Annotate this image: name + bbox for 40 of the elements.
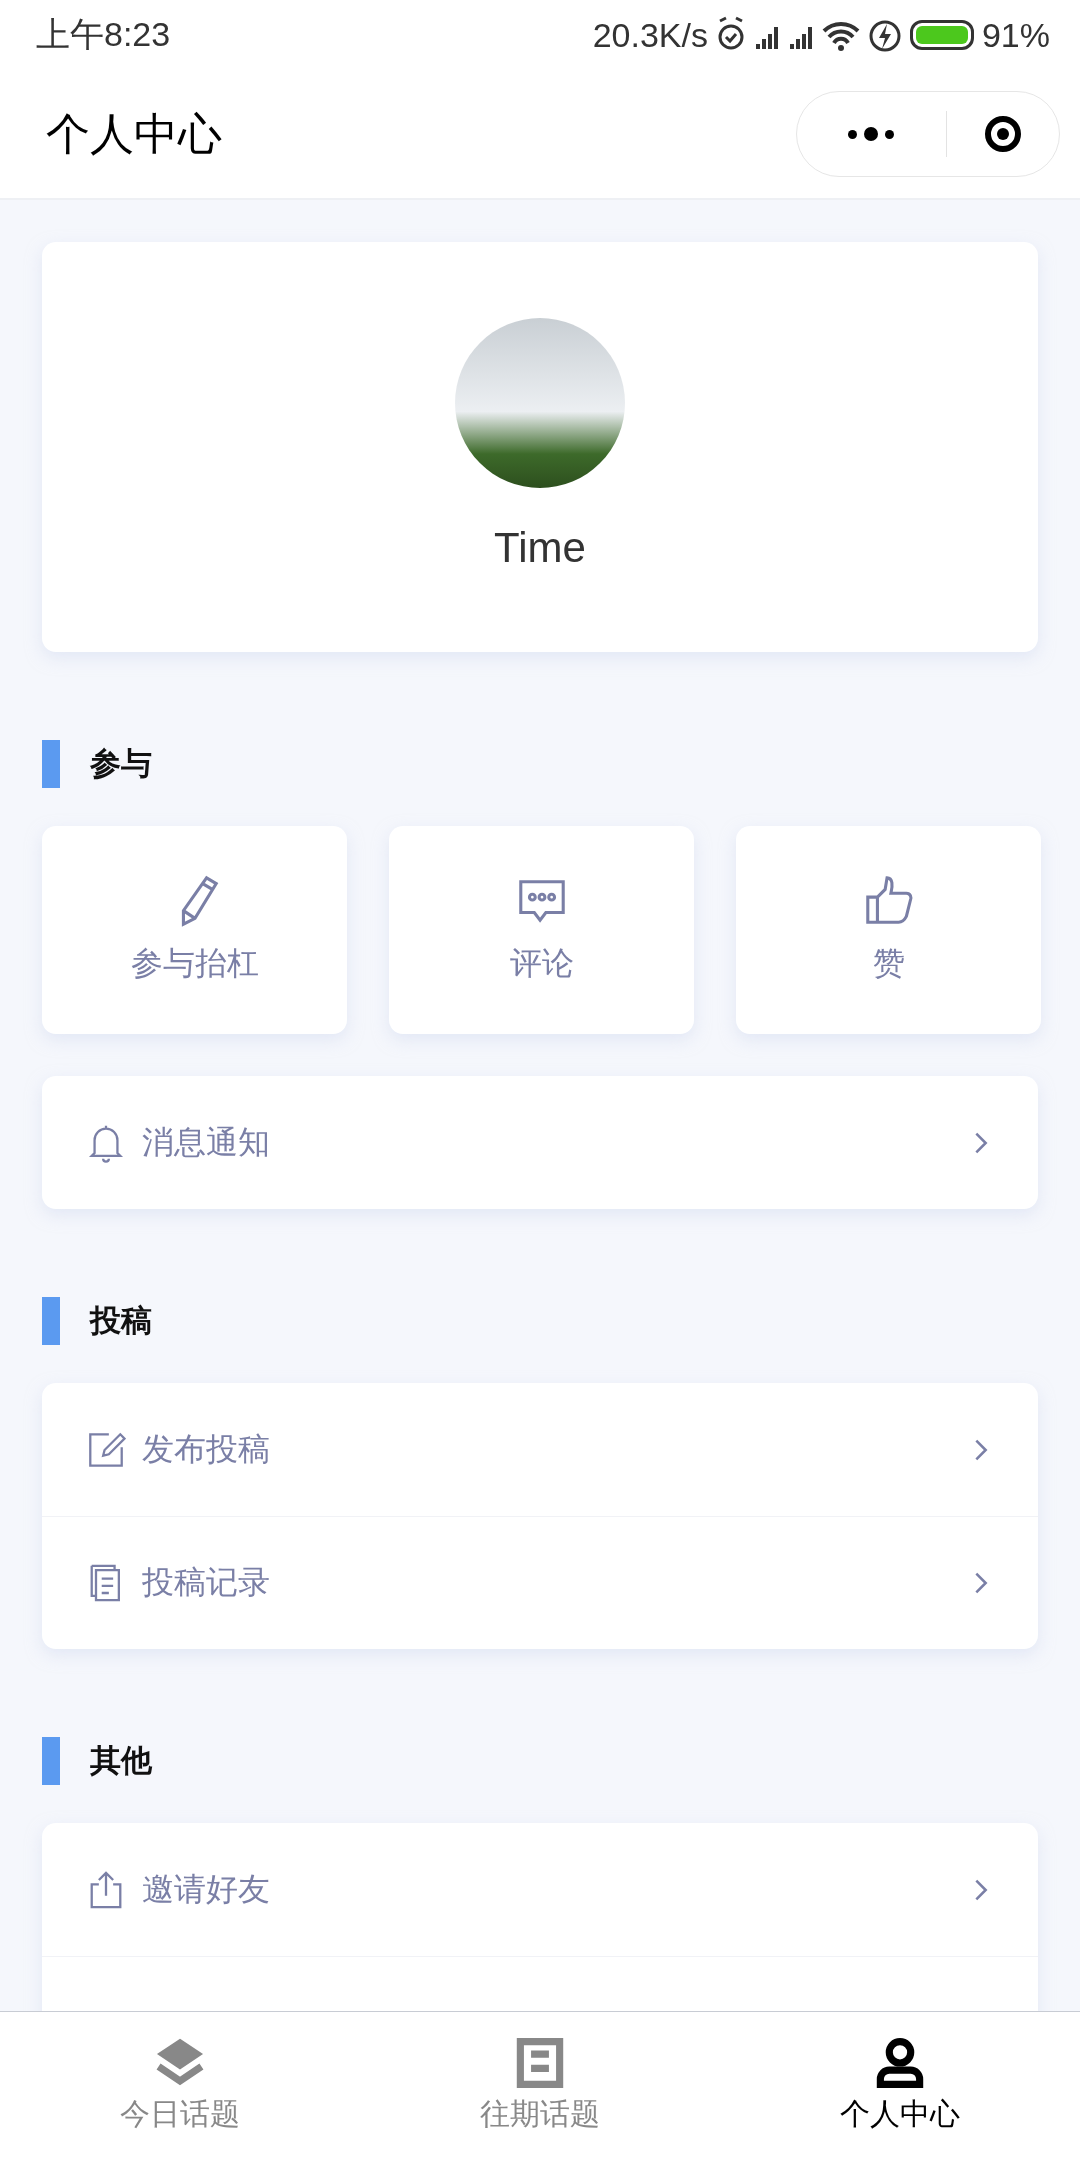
tab-item[interactable]: 个人中心 (720, 2012, 1080, 2160)
tab-item[interactable]: 今日话题 (0, 2012, 360, 2160)
person-icon (875, 2037, 925, 2088)
list-box-icon (515, 2037, 565, 2088)
tab-label: 今日话题 (120, 2094, 240, 2133)
section-marker (42, 1737, 60, 1785)
page-title: 个人中心 (46, 106, 222, 161)
chevron-right-icon (974, 1130, 988, 1155)
tab-label: 往期话题 (480, 2094, 600, 2133)
action-card[interactable]: 参与抬杠 (42, 826, 347, 1034)
tab-label: 个人中心 (840, 2094, 960, 2133)
tab-item[interactable]: 往期话题 (360, 2012, 720, 2160)
chevron-right-icon (974, 1571, 988, 1595)
item-label: 投稿记录 (142, 1562, 271, 1603)
layers-icon (155, 2037, 205, 2088)
list-item[interactable]: 邀请好友 (42, 1823, 1038, 1956)
chevron-right-icon (974, 1877, 988, 1902)
battery-icon (909, 20, 974, 50)
section-title: 投稿 (90, 1301, 152, 1340)
action-label: 赞 (872, 943, 905, 984)
list-item[interactable]: 发布投稿 (42, 1383, 1038, 1516)
status-time: 上午8:23 (36, 14, 171, 55)
network-speed: 20.3K/s (592, 15, 708, 55)
item-label: 消息通知 (142, 1121, 271, 1163)
item-label: 发布投稿 (142, 1428, 271, 1470)
list-item[interactable]: 消息通知 (42, 1076, 1038, 1209)
action-card[interactable]: 赞 (736, 826, 1041, 1034)
chevron-right-icon (974, 1437, 988, 1462)
battery-percent: 91% (981, 15, 1050, 55)
section-title: 参与 (90, 744, 152, 783)
action-label: 参与抬杠 (130, 943, 259, 984)
close-icon[interactable] (985, 116, 1021, 152)
section-marker (42, 1297, 60, 1345)
item-label: 邀请好友 (142, 1868, 271, 1910)
user-name: Time (494, 524, 586, 572)
action-label: 评论 (509, 943, 574, 984)
list-item[interactable]: 投稿记录 (42, 1516, 1038, 1649)
section-marker (42, 740, 60, 788)
action-card[interactable]: 评论 (389, 826, 694, 1034)
section-title: 其他 (90, 1741, 152, 1780)
